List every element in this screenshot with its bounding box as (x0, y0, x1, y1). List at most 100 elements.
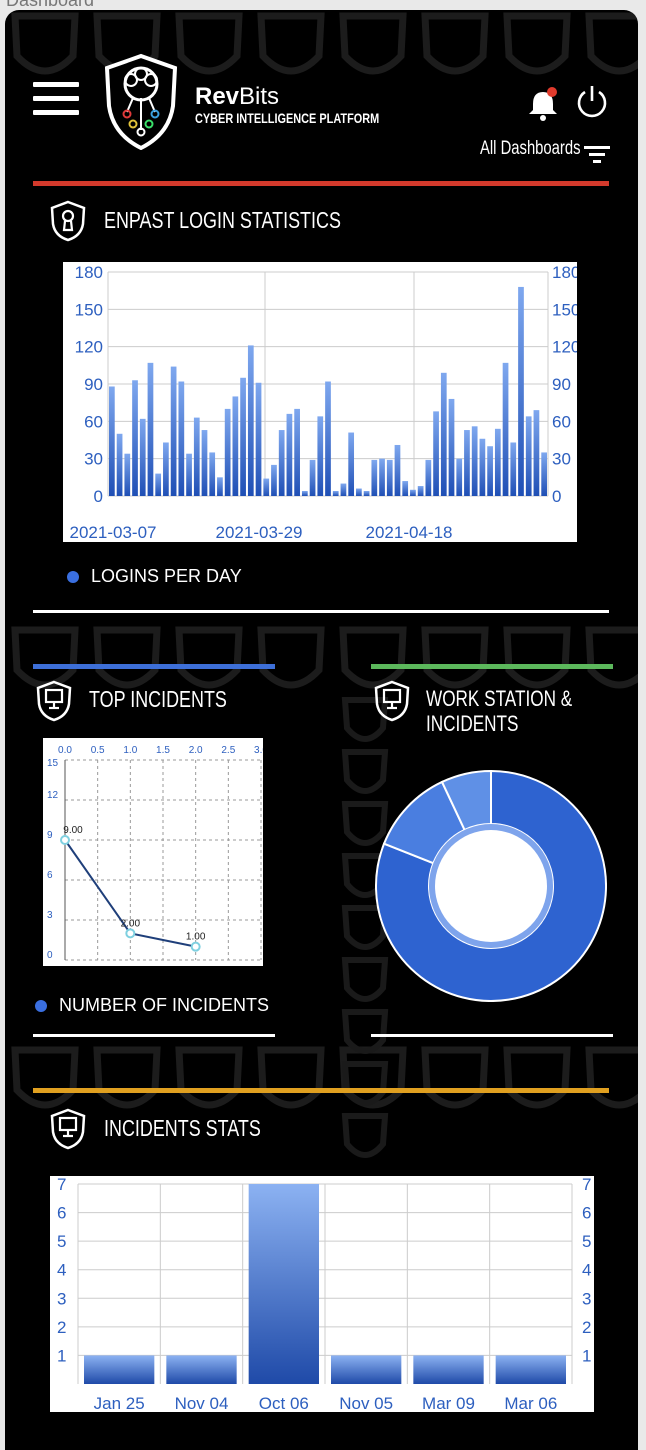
y-tick-label-right: 4 (582, 1261, 591, 1280)
y-tick-label-left: 5 (57, 1232, 66, 1251)
bar (201, 430, 208, 496)
bar (518, 286, 524, 496)
bar (124, 453, 131, 496)
y-tick-label-left: 90 (84, 375, 103, 394)
pattern-shield (339, 12, 407, 75)
y-tick-label-right: 150 (552, 300, 577, 319)
workstation-donut-chart (375, 770, 607, 1002)
x-tick-label: Mar 09 (422, 1394, 475, 1412)
y-tick-label-right: 90 (552, 375, 571, 394)
pattern-shield (175, 12, 243, 75)
pattern-shield (93, 1046, 161, 1109)
bar (84, 1355, 155, 1384)
y-tick-label-left: 180 (75, 263, 103, 282)
x-tick-label: Nov 04 (175, 1394, 229, 1412)
all-dashboards-link[interactable]: All Dashboards (480, 138, 580, 160)
y-tick-label-right: 120 (552, 338, 577, 357)
bar (139, 418, 146, 496)
data-label: 9.00 (63, 825, 83, 836)
brand-subtitle: CYBER INTELLIGENCE PLATFORM (195, 110, 380, 126)
section-divider-white (371, 1034, 613, 1037)
pattern-shield (585, 626, 638, 689)
pattern-shield (503, 1046, 571, 1109)
bar (495, 1355, 566, 1384)
pattern-shield (585, 12, 638, 75)
incidents-stats-chart-svg: 1 1 2 2 3 3 4 4 5 5 6 6 7 7 Jan 25 Nov 04 Oct 06 Nov 05 Ma… (57, 1175, 591, 1413)
monitor-shield-icon (36, 680, 72, 722)
pattern-shield (339, 626, 407, 689)
bar (332, 491, 339, 496)
y-tick-label-right: 1 (582, 1346, 591, 1365)
donut-hole (435, 830, 547, 942)
bar (386, 459, 393, 496)
pattern-shield (339, 1046, 407, 1109)
monitor-shield-icon (50, 1108, 86, 1150)
workstation-title-line1: WORK STATION & (426, 686, 573, 711)
monitor-shield-icon (374, 680, 410, 722)
top-incidents-legend-label: NUMBER OF INCIDENTS (59, 995, 270, 1015)
bar (109, 386, 115, 496)
power-icon[interactable] (575, 84, 609, 118)
y-tick-label: 3 (47, 910, 53, 921)
bar (170, 366, 177, 496)
bar (525, 416, 532, 496)
bar (413, 1355, 484, 1384)
bar (371, 459, 378, 496)
enpast-title: ENPAST LOGIN STATISTICS (104, 207, 341, 233)
y-tick-label: 12 (47, 790, 59, 801)
bar (278, 430, 285, 496)
bar (309, 459, 316, 496)
bar (363, 491, 370, 496)
bar (240, 377, 246, 496)
filter-icon[interactable] (584, 144, 610, 164)
bar (317, 416, 324, 496)
y-tick-label-left: 2 (57, 1318, 66, 1337)
bar (132, 380, 138, 496)
y-tick-label-right: 6 (582, 1204, 591, 1223)
top-incidents-chart-svg: 0.0 0.5 1.0 1.5 2.0 2.5 3.0 0 3 6 9 12 15 9.00 2.00 1.0… (47, 745, 268, 961)
bell-icon[interactable] (527, 86, 559, 122)
bar (417, 486, 424, 496)
pattern-shield (421, 626, 489, 689)
section-divider-green (371, 664, 613, 669)
y-tick-label: 6 (47, 870, 53, 881)
y-tick-label-right: 60 (552, 412, 571, 431)
y-tick-label-right: 2 (582, 1318, 591, 1337)
bar (510, 442, 517, 496)
data-point (190, 941, 201, 952)
section-divider-blue (33, 664, 275, 669)
data-point (125, 928, 136, 939)
x-tick-label: 2021-03-07 (70, 523, 157, 542)
pattern-shield (257, 626, 325, 689)
bar (301, 491, 308, 496)
bar (255, 382, 262, 496)
y-tick-label-right: 3 (582, 1289, 591, 1308)
workstation-title: WORK STATION & INCIDENTS (426, 686, 572, 736)
bar (487, 446, 493, 496)
enpast-legend-label: LOGINS PER DAY (91, 566, 242, 586)
bar (394, 444, 401, 496)
bar (155, 473, 162, 496)
menu-button[interactable] (33, 82, 79, 116)
y-tick-label-left: 6 (57, 1204, 66, 1223)
pattern-shield (11, 12, 79, 75)
y-tick-label-left: 150 (75, 300, 103, 319)
y-tick-label: 9 (47, 830, 53, 841)
x-tick-label: 2021-03-29 (216, 523, 303, 542)
x-tick-label: 2.5 (221, 745, 235, 756)
x-tick-label: 3.0 (254, 745, 263, 756)
y-tick-label-left: 1 (57, 1346, 66, 1365)
y-tick-label-right: 0 (552, 487, 561, 506)
bar (379, 458, 385, 496)
bar (286, 413, 293, 496)
x-tick-label: 2021-04-18 (366, 523, 453, 542)
bar (178, 381, 185, 496)
keyhole-shield-icon (50, 200, 86, 242)
legend-dot (35, 999, 47, 1012)
y-tick-label: 15 (47, 758, 59, 769)
y-tick-label-left: 0 (94, 487, 103, 506)
brand-light: Bits (239, 83, 280, 110)
bar (340, 483, 347, 496)
x-tick-label: Jan 25 (94, 1394, 145, 1412)
bar (224, 408, 231, 496)
